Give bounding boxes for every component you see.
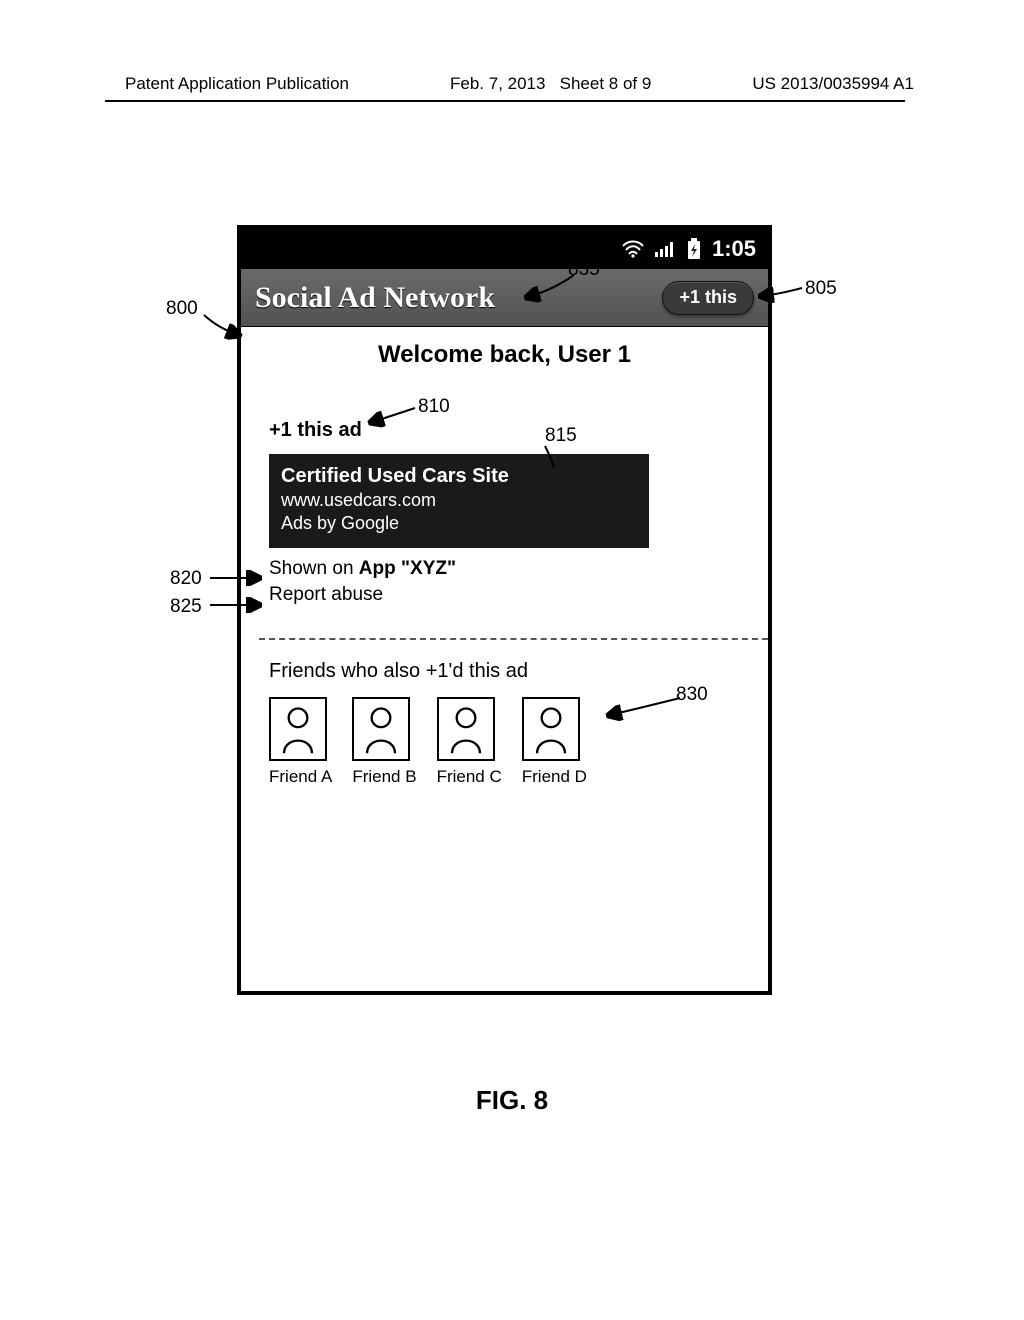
ref-825: 825 [170,596,202,618]
ref-815: 815 [545,425,577,447]
ref-830: 830 [676,684,708,706]
ref-835: 835 [568,259,600,281]
leader-lines [0,0,1024,1320]
ref-805: 805 [805,278,837,300]
ref-820: 820 [170,568,202,590]
ref-800: 800 [166,298,198,320]
ref-810: 810 [418,396,450,418]
figure-caption: FIG. 8 [0,1085,1024,1116]
